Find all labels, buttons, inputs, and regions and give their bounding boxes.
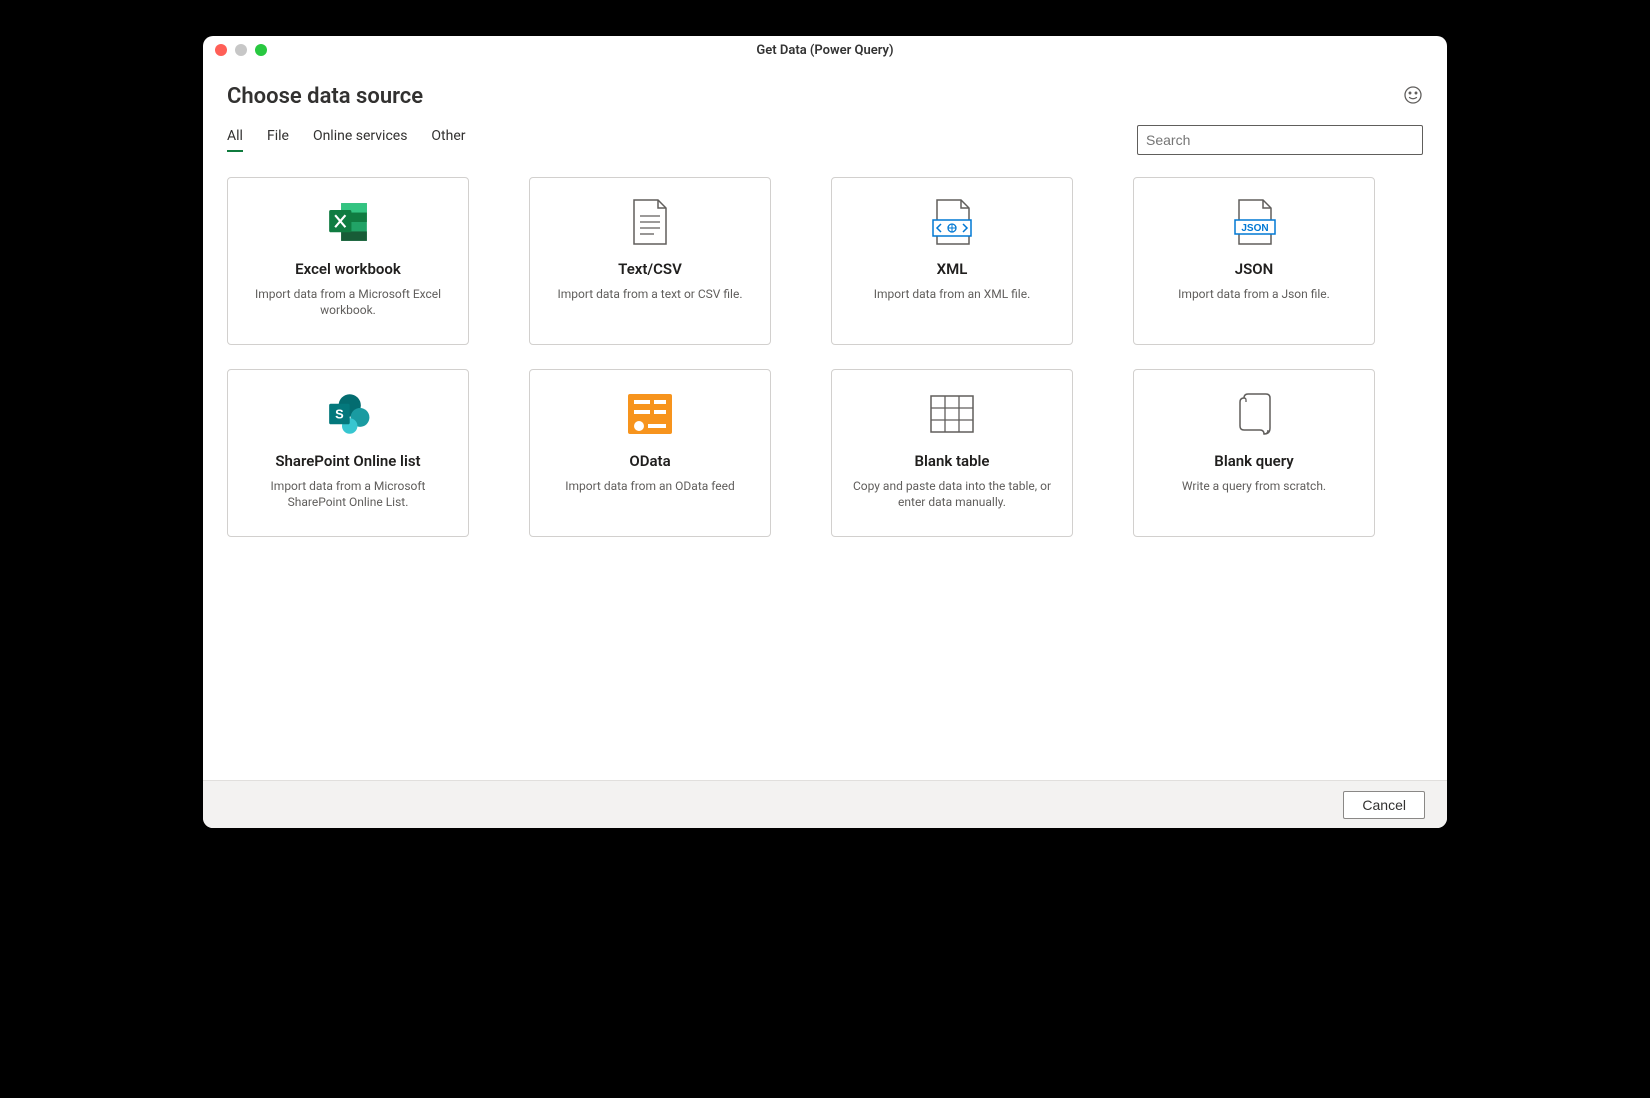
source-blank-query[interactable]: Blank query Write a query from scratch.	[1133, 369, 1375, 537]
odata-icon	[626, 390, 674, 438]
maximize-window-button[interactable]	[255, 44, 267, 56]
source-excel-workbook[interactable]: Excel workbook Import data from a Micros…	[227, 177, 469, 345]
card-desc: Import data from a text or CSV file.	[557, 286, 742, 302]
tab-file[interactable]: File	[267, 128, 289, 152]
minimize-window-button[interactable]	[235, 44, 247, 56]
tab-other[interactable]: Other	[431, 128, 465, 152]
card-title: JSON	[1235, 260, 1273, 278]
source-xml[interactable]: XML Import data from an XML file.	[831, 177, 1073, 345]
sharepoint-icon: S	[324, 390, 372, 438]
text-csv-icon	[626, 198, 674, 246]
tab-online-services[interactable]: Online services	[313, 128, 407, 152]
window-title: Get Data (Power Query)	[203, 43, 1447, 58]
svg-text:S: S	[335, 406, 344, 421]
card-desc: Write a query from scratch.	[1182, 478, 1326, 494]
page-title: Choose data source	[227, 84, 423, 109]
card-title: Text/CSV	[618, 260, 682, 278]
window-controls	[215, 44, 267, 56]
source-blank-table[interactable]: Blank table Copy and paste data into the…	[831, 369, 1073, 537]
card-title: Excel workbook	[295, 260, 401, 278]
dialog-footer: Cancel	[203, 780, 1447, 828]
source-sharepoint-online-list[interactable]: S SharePoint Online list Import data fro…	[227, 369, 469, 537]
card-title: Blank query	[1214, 452, 1293, 470]
card-desc: Import data from a Microsoft Excel workb…	[242, 286, 454, 318]
card-desc: Import data from a Microsoft SharePoint …	[242, 478, 454, 510]
card-title: Blank table	[915, 452, 990, 470]
content-area: Choose data source All File Online servi…	[203, 64, 1447, 780]
card-title: SharePoint Online list	[275, 452, 420, 470]
tabs: All File Online services Other	[227, 128, 466, 152]
svg-text:JSON: JSON	[1241, 223, 1268, 234]
search-input[interactable]	[1137, 125, 1423, 155]
filters-row: All File Online services Other	[227, 125, 1423, 155]
data-sources-grid: Excel workbook Import data from a Micros…	[227, 177, 1423, 537]
cancel-button[interactable]: Cancel	[1343, 791, 1425, 819]
excel-icon	[324, 198, 372, 246]
blank-query-icon	[1230, 390, 1278, 438]
card-title: OData	[629, 452, 670, 470]
tab-all[interactable]: All	[227, 128, 243, 152]
json-icon: JSON	[1230, 198, 1278, 246]
xml-icon	[928, 198, 976, 246]
titlebar: Get Data (Power Query)	[203, 36, 1447, 64]
dialog-window: Get Data (Power Query) Choose data sourc…	[203, 36, 1447, 828]
feedback-icon[interactable]	[1403, 85, 1423, 109]
header-row: Choose data source	[227, 84, 1423, 109]
card-desc: Import data from an OData feed	[565, 478, 735, 494]
source-json[interactable]: JSON JSON Import data from a Json file.	[1133, 177, 1375, 345]
card-title: XML	[937, 260, 968, 278]
card-desc: Import data from a Json file.	[1178, 286, 1330, 302]
card-desc: Import data from an XML file.	[874, 286, 1031, 302]
card-desc: Copy and paste data into the table, or e…	[846, 478, 1058, 510]
source-odata[interactable]: OData Import data from an OData feed	[529, 369, 771, 537]
close-window-button[interactable]	[215, 44, 227, 56]
source-text-csv[interactable]: Text/CSV Import data from a text or CSV …	[529, 177, 771, 345]
blank-table-icon	[928, 390, 976, 438]
